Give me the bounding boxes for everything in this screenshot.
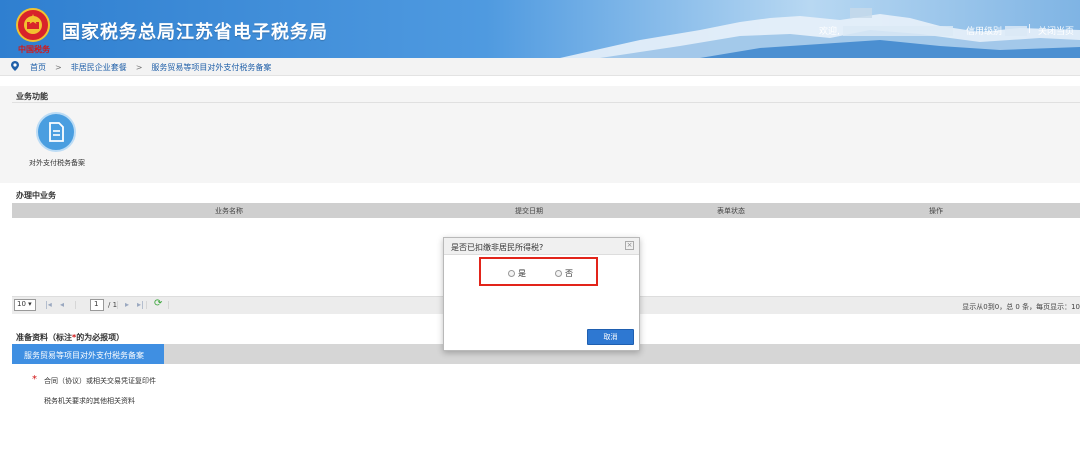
functions-section-title: 业务功能 — [16, 92, 48, 101]
welcome-text: 欢迎, — [819, 27, 840, 37]
section-divider — [12, 102, 1080, 103]
function-label[interactable]: 对外支付税务备案 — [29, 158, 85, 168]
site-title: 国家税务总局江苏省电子税务局 — [62, 22, 328, 43]
material-item: 合同（协议）或相关交易凭证复印件 — [44, 377, 156, 385]
functions-panel — [0, 86, 1080, 183]
next-page-icon[interactable]: ▸ — [125, 300, 129, 309]
document-icon — [49, 122, 64, 142]
column-header-name: 业务名称 — [215, 207, 243, 215]
required-marker: * — [32, 374, 37, 385]
site-header: 中国税务 国家税务总局江苏省电子税务局 欢迎, 信用级别 | 关闭当页 — [0, 0, 1080, 58]
redacted-username — [843, 26, 953, 36]
radio-no[interactable]: 否 — [555, 268, 573, 279]
material-item: 税务机关要求的其他相关资料 — [44, 397, 135, 405]
location-pin-icon — [11, 61, 19, 71]
refresh-icon[interactable]: ⟳ — [154, 298, 162, 309]
dialog-title: 是否已扣缴非居民所得税? — [451, 243, 544, 252]
materials-section-title: 准备资料（标注*的为必报项） — [16, 333, 125, 342]
breadcrumb-separator: > — [55, 63, 62, 72]
dialog-header: 是否已扣缴非居民所得税? × — [444, 238, 639, 255]
prev-page-icon[interactable]: ◂ — [60, 300, 64, 309]
column-header-action: 操作 — [929, 207, 943, 215]
radio-yes[interactable]: 是 — [508, 268, 526, 279]
in-progress-section-title: 办理中业务 — [16, 191, 56, 200]
last-page-icon[interactable]: ▸| — [137, 300, 144, 309]
breadcrumb-home[interactable]: 首页 — [30, 63, 46, 72]
column-header-status: 表单状态 — [717, 207, 745, 215]
close-page-link[interactable]: 关闭当页 — [1038, 24, 1074, 37]
breadcrumb-current: 服务贸易等项目对外支付税务备案 — [151, 63, 272, 72]
close-icon[interactable]: × — [625, 241, 634, 250]
header-separator: | — [1028, 24, 1032, 34]
slogan-text: 中国税务 — [18, 44, 50, 54]
breadcrumb: 首页 > 非居民企业套餐 > 服务贸易等项目对外支付税务备案 — [0, 58, 1080, 76]
cancel-button[interactable]: 取消 — [587, 329, 634, 345]
radio-circle-icon — [555, 270, 562, 277]
radio-circle-icon — [508, 270, 515, 277]
first-page-icon[interactable]: |◂ — [45, 300, 52, 309]
pager-info-text: 显示从0到0，总 0 条，每页显示：10 — [962, 303, 1080, 311]
redacted-credit-level — [1005, 26, 1027, 36]
outbound-payment-filing-button[interactable] — [36, 112, 76, 152]
credit-level-label: 信用级别 — [966, 27, 1003, 37]
page-number-input[interactable]: 1 — [90, 299, 104, 311]
tab-outbound-payment-filing[interactable]: 服务贸易等项目对外支付税务备案 — [12, 344, 164, 364]
withholding-tax-dialog: 是否已扣缴非居民所得税? × 是 否 取消 — [443, 237, 640, 351]
page-size-select[interactable]: 10 ▾ — [14, 299, 36, 311]
breadcrumb-level1[interactable]: 非居民企业套餐 — [71, 63, 127, 72]
national-emblem-icon — [16, 8, 50, 42]
answer-options-highlight: 是 否 — [479, 257, 598, 286]
table-header: 业务名称 提交日期 表单状态 操作 — [12, 203, 1080, 218]
column-header-date: 提交日期 — [515, 207, 543, 215]
breadcrumb-separator: > — [135, 63, 143, 72]
